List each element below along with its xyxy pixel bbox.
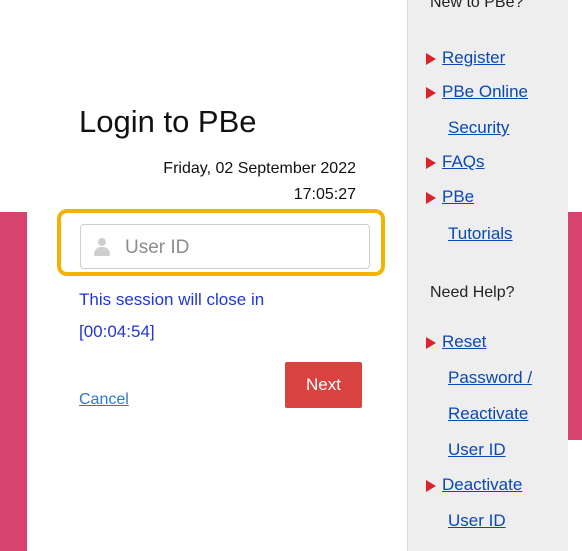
userid-field[interactable] [80, 224, 370, 270]
current-date: Friday, 02 September 2022 [163, 160, 356, 177]
sidebar-item-tutorials-cont[interactable]: Tutorials [448, 224, 513, 244]
sidebar-item-reset-password-cont[interactable]: Password / [448, 368, 532, 388]
arrow-right-icon [426, 86, 436, 99]
userid-input[interactable] [123, 225, 367, 270]
session-countdown: [00:04:54] [79, 322, 155, 341]
sidebar-item-faqs[interactable]: FAQs [426, 152, 485, 172]
arrow-right-icon [426, 156, 436, 169]
next-button[interactable]: Next [285, 362, 362, 408]
arrow-right-icon [426, 479, 436, 492]
session-timeout-text: This session will close in [79, 290, 265, 309]
background-band-right [568, 212, 582, 440]
sidebar-item-deactivate[interactable]: Deactivate [426, 475, 522, 495]
cancel-link[interactable]: Cancel [79, 391, 129, 409]
sidebar-item-reactivate-cont[interactable]: User ID [448, 440, 506, 460]
sidebar-item-reset-password[interactable]: Reset [426, 332, 486, 352]
user-icon [93, 237, 111, 257]
arrow-right-icon [426, 336, 436, 349]
help-sidebar: New to PBe? Register PBe Online Security… [407, 0, 568, 551]
sidebar-item-online-security-cont[interactable]: Security [448, 118, 509, 138]
page-title: Login to PBe [79, 104, 257, 139]
arrow-right-icon [426, 191, 436, 204]
sidebar-item-reactivate[interactable]: Reactivate [448, 404, 528, 424]
new-to-pbe-heading: New to PBe? [430, 0, 524, 11]
sidebar-item-register[interactable]: Register [426, 48, 505, 68]
current-time: 17:05:27 [293, 186, 356, 203]
sidebar-item-tutorials[interactable]: PBe [426, 187, 474, 207]
arrow-right-icon [426, 52, 436, 65]
need-help-heading: Need Help? [430, 284, 515, 301]
sidebar-item-deactivate-cont[interactable]: User ID [448, 511, 506, 531]
sidebar-item-online-security[interactable]: PBe Online [426, 82, 528, 102]
background-band-left [0, 212, 27, 551]
